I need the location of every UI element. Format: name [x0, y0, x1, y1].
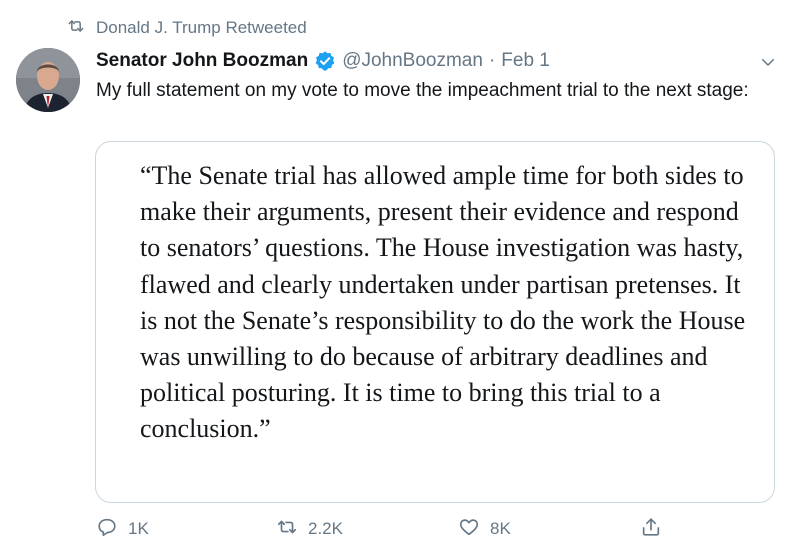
verified-badge-icon — [314, 50, 336, 72]
author-handle[interactable]: @JohnBoozman — [342, 50, 483, 72]
tweet-header: Senator John Boozman @JohnBoozman · Feb … — [96, 48, 780, 74]
share-icon — [640, 516, 662, 543]
retweet-button[interactable]: 2.2K — [276, 515, 343, 543]
quote-text: “The Senate trial has allowed ample time… — [140, 161, 746, 444]
retweeted-by-label[interactable]: Donald J. Trump Retweeted — [96, 18, 307, 38]
avatar[interactable] — [16, 48, 80, 112]
heart-icon — [458, 516, 480, 543]
tweet-actions: 1K 2.2K 8K — [96, 515, 696, 543]
quote-card[interactable]: “The Senate trial has allowed ample time… — [95, 141, 775, 503]
retweet-action-icon — [276, 516, 298, 543]
share-button[interactable] — [640, 515, 662, 543]
retweet-icon — [66, 16, 86, 41]
reply-icon — [96, 516, 118, 543]
chevron-down-icon[interactable] — [758, 52, 778, 72]
like-button[interactable]: 8K — [458, 515, 511, 543]
retweet-count: 2.2K — [308, 519, 343, 538]
author-name[interactable]: Senator John Boozman — [96, 50, 308, 72]
tweet-text: My full statement on my vote to move the… — [96, 80, 749, 101]
separator-dot: · — [488, 50, 496, 71]
like-count: 8K — [490, 519, 511, 538]
retweet-context: Donald J. Trump Retweeted — [66, 16, 307, 40]
reply-button[interactable]: 1K — [96, 515, 149, 543]
tweet-date[interactable]: Feb 1 — [501, 50, 550, 72]
reply-count: 1K — [128, 519, 149, 538]
